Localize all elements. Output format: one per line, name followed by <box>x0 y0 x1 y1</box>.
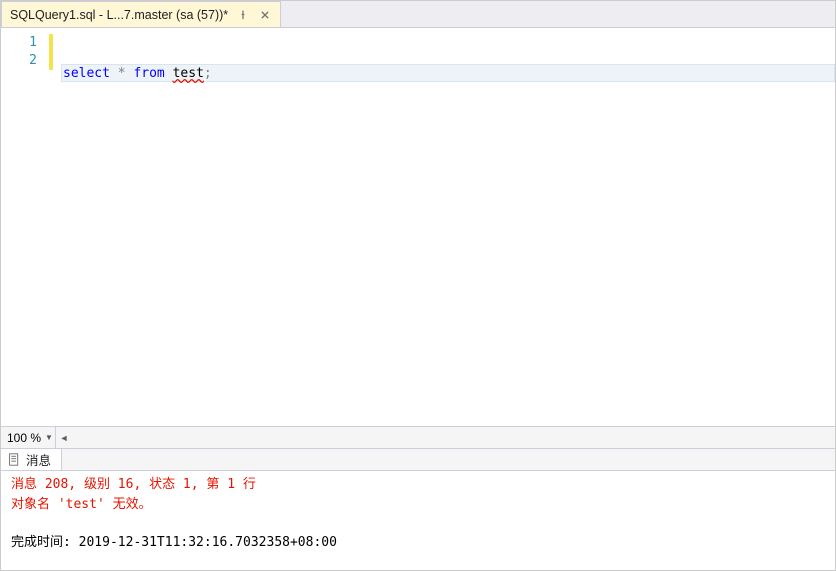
results-tab-strip: 消息 <box>1 449 835 471</box>
chevron-down-icon: ▼ <box>45 433 53 442</box>
code-line[interactable] <box>63 112 835 130</box>
error-message-line: 对象名 'test' 无效。 <box>11 495 825 515</box>
keyword: from <box>133 66 164 81</box>
pin-icon[interactable] <box>236 8 250 22</box>
messages-output[interactable]: 消息 208, 级别 16, 状态 1, 第 1 行 对象名 'test' 无效… <box>1 471 835 570</box>
messages-tab[interactable]: 消息 <box>1 449 62 470</box>
operator: * <box>110 66 133 81</box>
zoom-value: 100 % <box>7 431 41 445</box>
horizontal-scrollbar[interactable]: ◄ <box>56 430 835 446</box>
error-message-line: 消息 208, 级别 16, 状态 1, 第 1 行 <box>11 475 825 495</box>
line-number: 1 <box>1 34 49 52</box>
zoom-dropdown[interactable]: 100 % ▼ <box>1 427 56 448</box>
scroll-left-icon[interactable]: ◄ <box>56 430 72 446</box>
keyword: select <box>63 66 110 81</box>
messages-tab-label: 消息 <box>26 450 51 469</box>
document-tab-strip: SQLQuery1.sql - L...7.master (sa (57))* <box>1 1 835 28</box>
identifier-error: test <box>173 66 204 81</box>
code-editor[interactable]: 1 2 select * from test; <box>1 28 835 426</box>
terminator: ; <box>204 66 212 81</box>
blank-line <box>11 515 825 533</box>
close-icon[interactable] <box>258 8 272 22</box>
completion-time: 完成时间: 2019-12-31T11:32:16.7032358+08:00 <box>11 533 825 553</box>
editor-footer-bar: 100 % ▼ ◄ <box>1 426 835 448</box>
line-number-gutter: 1 2 <box>1 28 49 426</box>
code-content[interactable]: select * from test; <box>53 28 835 426</box>
code-line[interactable]: select * from test; <box>61 64 835 82</box>
messages-icon <box>7 453 21 467</box>
space <box>165 66 173 81</box>
document-tab-title: SQLQuery1.sql - L...7.master (sa (57))* <box>10 8 228 22</box>
document-tab-active[interactable]: SQLQuery1.sql - L...7.master (sa (57))* <box>1 1 281 27</box>
line-number: 2 <box>1 52 49 70</box>
messages-panel: 消息 消息 208, 级别 16, 状态 1, 第 1 行 对象名 'test'… <box>1 448 835 570</box>
